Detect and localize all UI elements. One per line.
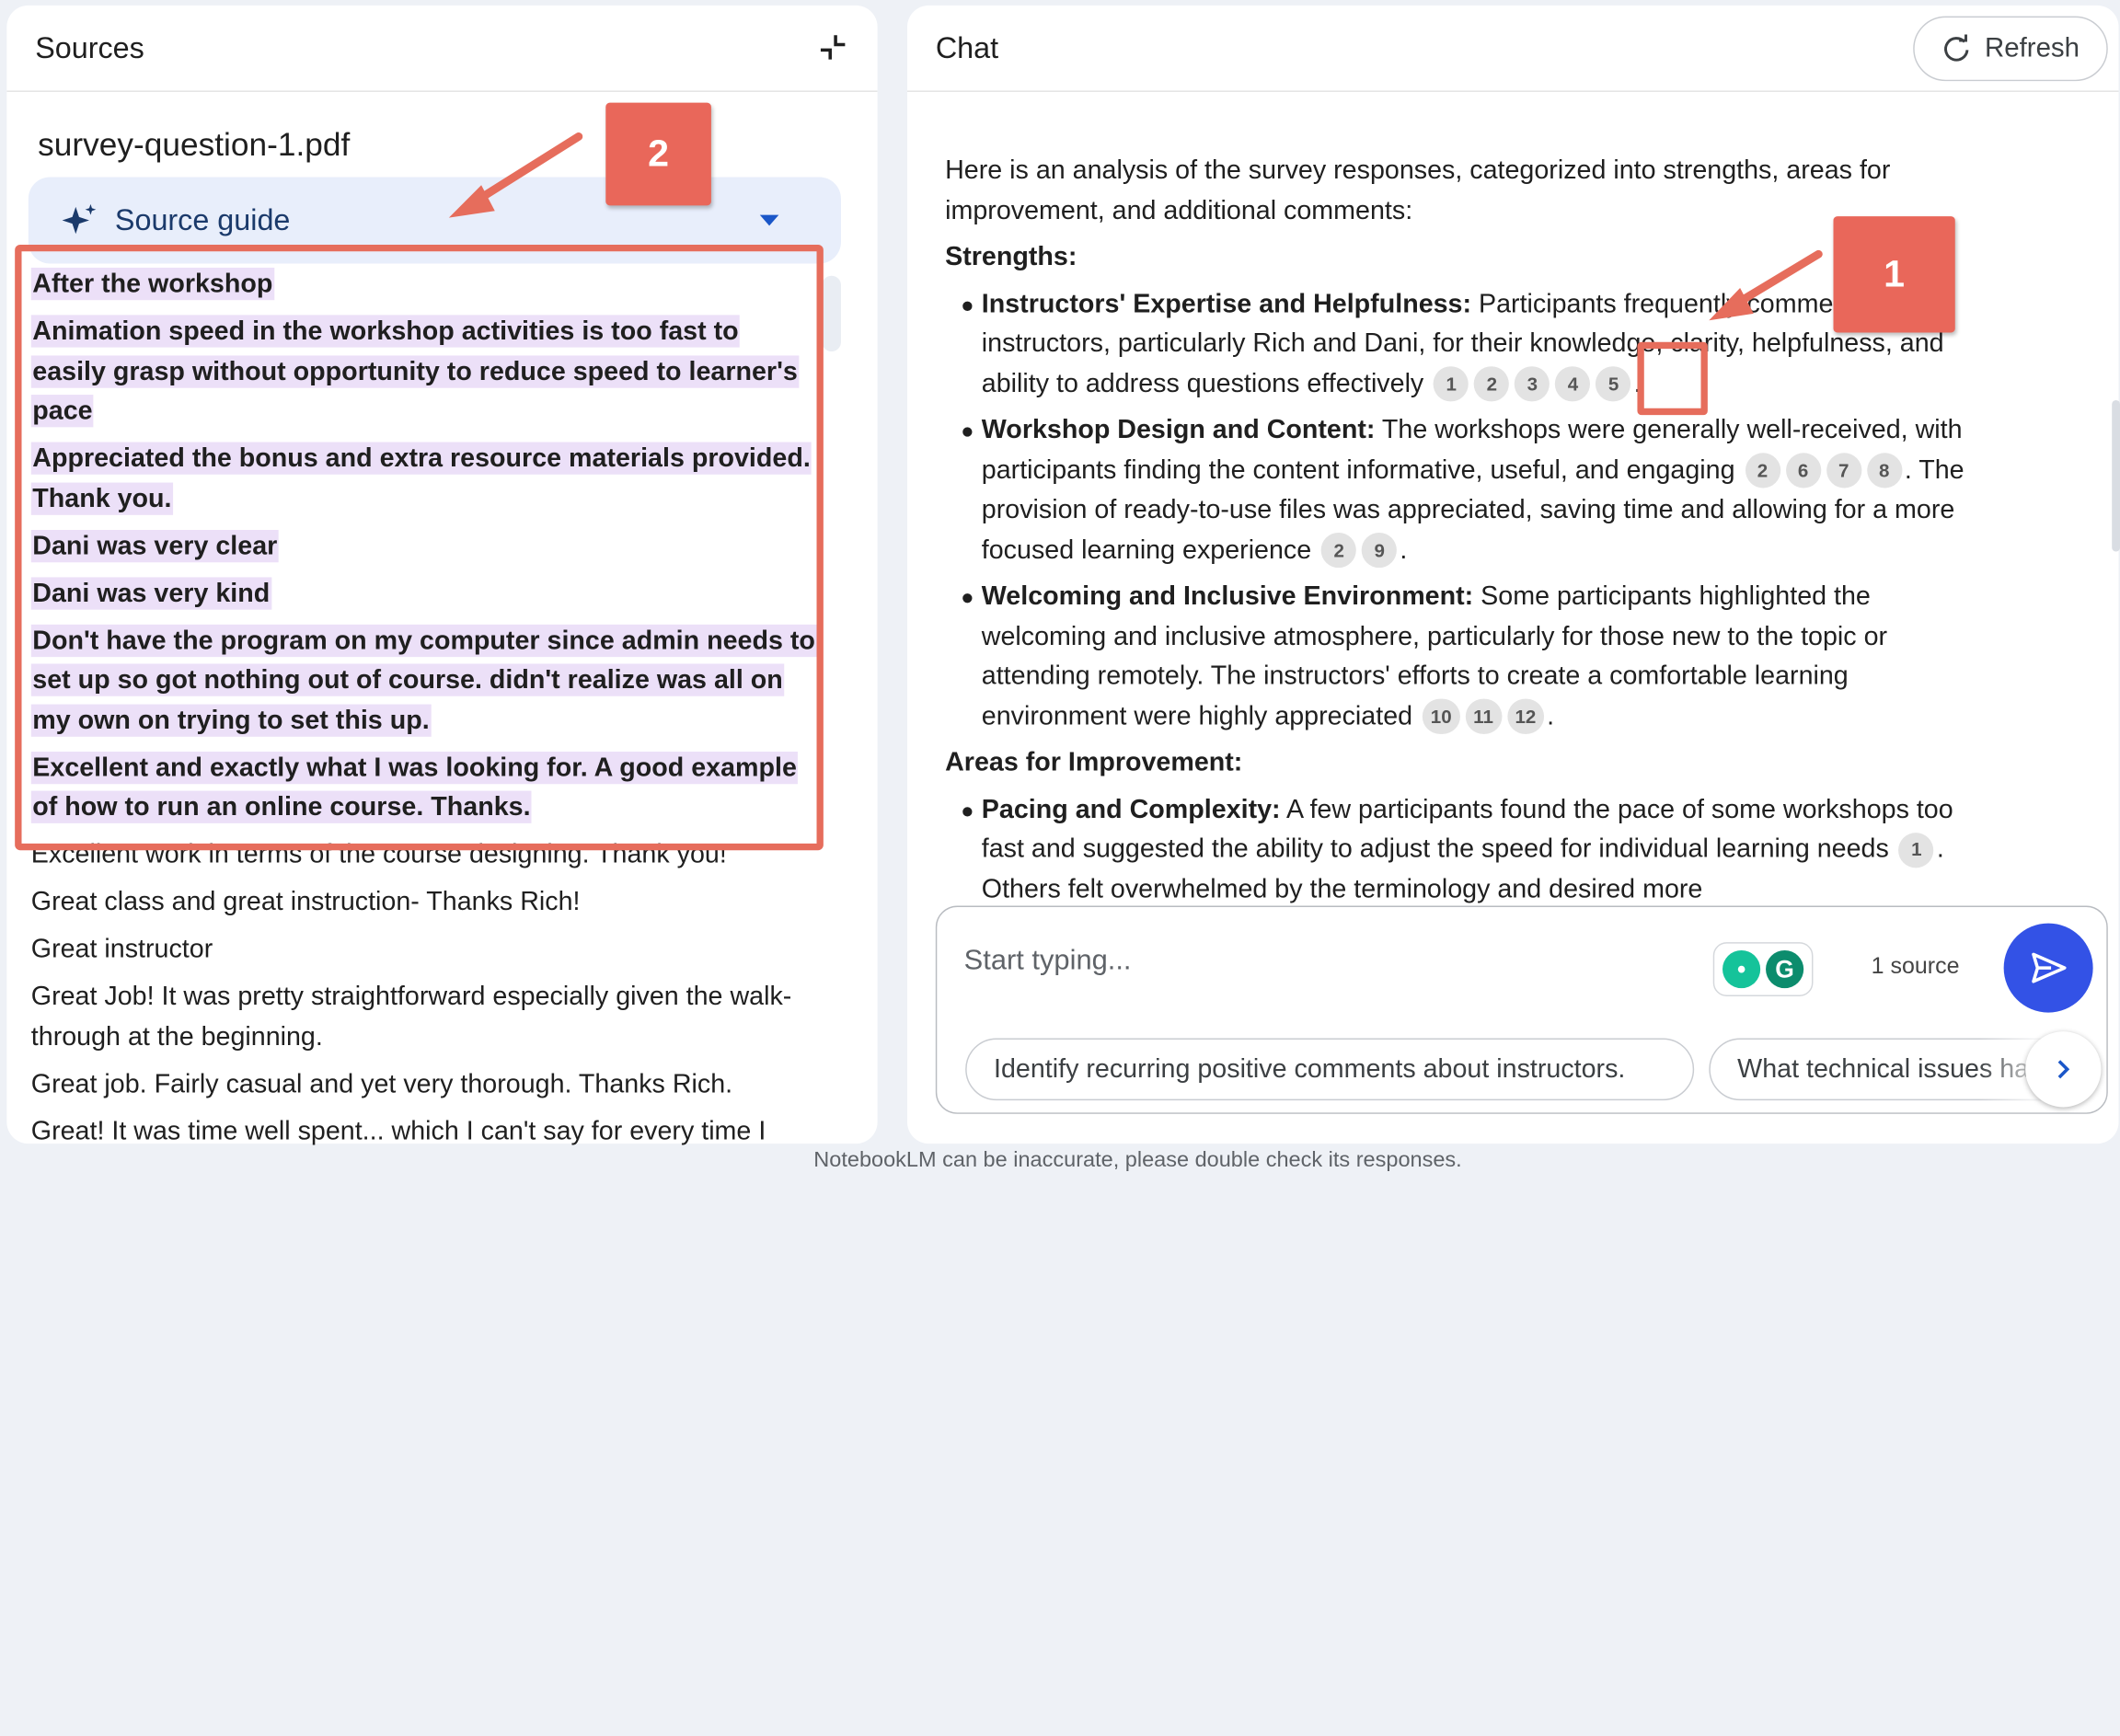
collapse-panel-icon[interactable] — [818, 32, 847, 62]
chat-response: Here is an analysis of the survey respon… — [945, 152, 1973, 906]
citation-chip[interactable]: 1 — [1898, 832, 1934, 868]
list-item: Pacing and Complexity: A few participant… — [945, 790, 1973, 906]
response-intro: Here is an analysis of the survey respon… — [945, 155, 1891, 225]
source-scrollbar[interactable] — [822, 275, 841, 352]
improvement-heading: Areas for Improvement: — [945, 747, 1243, 777]
citation-chip[interactable]: 7 — [1826, 453, 1861, 489]
source-entry: Great instructor — [30, 934, 213, 964]
source-entry: Great class and great instruction- Thank… — [30, 886, 581, 917]
refresh-button[interactable]: Refresh — [1913, 16, 2108, 82]
citation-chip[interactable]: 12 — [1506, 699, 1545, 735]
source-entry-highlighted: Dani was very kind — [30, 576, 271, 609]
citation-chip[interactable]: 3 — [1515, 366, 1550, 402]
list-item: Workshop Design and Content: The worksho… — [945, 411, 1973, 570]
sources-title: Sources — [35, 30, 144, 64]
citation-chip[interactable]: 9 — [1362, 533, 1398, 569]
source-guide-label: Source guide — [114, 202, 291, 237]
refresh-icon — [1944, 34, 1969, 62]
source-entry: Great! It was time well spent... which I… — [30, 1115, 766, 1146]
citation-chip[interactable]: 1 — [1434, 366, 1469, 402]
chat-input[interactable] — [963, 937, 1667, 986]
citation-chip[interactable]: 6 — [1785, 453, 1821, 489]
source-count: 1 source — [1871, 952, 1960, 979]
citation-chip[interactable]: 2 — [1321, 533, 1357, 569]
next-suggestions-button[interactable] — [2025, 1031, 2102, 1108]
list-item: Instructors' Expertise and Helpfulness: … — [945, 284, 1973, 404]
source-file-name: survey-question-1.pdf — [38, 127, 351, 164]
citation-chip[interactable]: 11 — [1465, 699, 1502, 735]
annotation-badge-1: 1 — [1833, 216, 1955, 333]
source-entry-highlighted: Don't have the program on my computer si… — [30, 624, 817, 737]
source-entry-highlighted: After the workshop — [30, 267, 274, 301]
send-icon — [2032, 952, 2067, 983]
page-scrollbar[interactable] — [2112, 399, 2120, 552]
citation-chip[interactable]: 2 — [1474, 366, 1510, 402]
strengths-heading: Strengths: — [945, 242, 1077, 272]
chat-input-area: • G 1 source Identify recurring positive… — [935, 905, 2108, 1114]
grammarly-widget[interactable]: • G — [1712, 942, 1814, 996]
suggestion-chip[interactable]: Identify recurring positive comments abo… — [965, 1038, 1695, 1101]
source-content: After the workshop Animation speed in th… — [30, 265, 817, 1159]
improvement-list: Pacing and Complexity: A few participant… — [945, 790, 1973, 906]
source-entry: Excellent work in terms of the course de… — [30, 839, 727, 869]
send-button[interactable] — [2003, 923, 2093, 1013]
citation-chip[interactable]: 5 — [1596, 366, 1631, 402]
strengths-list: Instructors' Expertise and Helpfulness: … — [945, 284, 1973, 737]
source-entry-highlighted: Dani was very clear — [30, 529, 279, 562]
source-entry-highlighted: Excellent and exactly what I was looking… — [30, 751, 799, 823]
chevron-right-icon — [2057, 1060, 2070, 1079]
citation-chip[interactable]: 10 — [1422, 699, 1460, 735]
chat-title: Chat — [935, 30, 999, 64]
source-entry: Great job. Fairly casual and yet very th… — [30, 1068, 733, 1098]
source-entry: Great Job! It was pretty straightforward… — [30, 981, 792, 1052]
list-item: Welcoming and Inclusive Environment: Som… — [945, 577, 1973, 736]
lightbulb-icon: • — [1722, 949, 1761, 989]
disclaimer-footer: NotebookLM can be inaccurate, please dou… — [813, 1148, 1462, 1172]
refresh-label: Refresh — [1985, 33, 2080, 63]
chevron-down-icon — [759, 214, 779, 226]
citation-chip[interactable]: 2 — [1745, 453, 1780, 489]
annotation-badge-2: 2 — [605, 102, 711, 206]
citation-chip[interactable]: 4 — [1555, 366, 1591, 402]
sparkle-icon — [62, 203, 97, 235]
source-entry-highlighted: Animation speed in the workshop activiti… — [30, 315, 800, 428]
citation-chip[interactable]: 8 — [1866, 453, 1902, 489]
source-entry-highlighted: Appreciated the bonus and extra resource… — [30, 442, 812, 515]
sources-header: Sources — [6, 6, 878, 92]
grammarly-icon: G — [1766, 949, 1804, 989]
source-guide-toggle[interactable]: Source guide — [28, 177, 841, 264]
